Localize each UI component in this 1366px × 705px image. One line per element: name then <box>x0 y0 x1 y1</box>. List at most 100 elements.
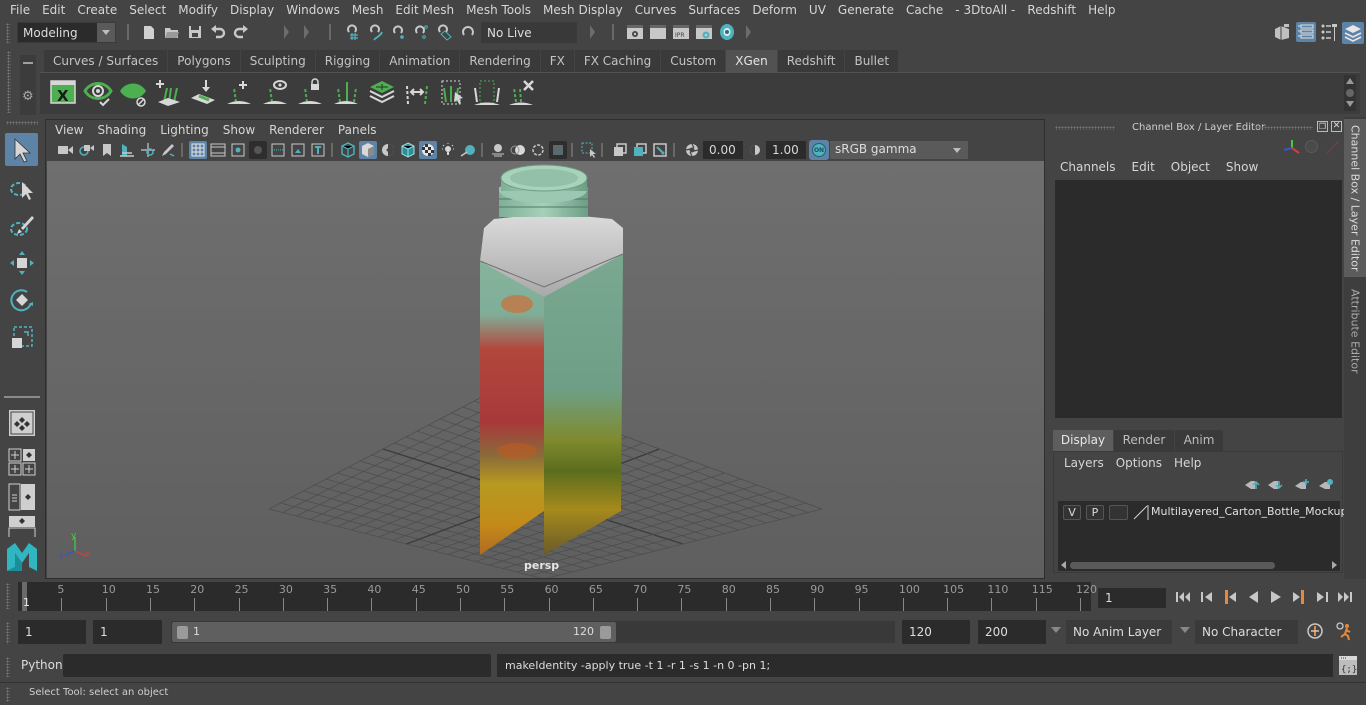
xgen-show-guides-icon[interactable] <box>261 78 291 108</box>
xray-icon[interactable] <box>611 141 629 159</box>
channel-menu-show[interactable]: Show <box>1218 160 1266 174</box>
character-set-dropdown-arrow-icon[interactable] <box>1180 627 1190 633</box>
scroll-right-icon[interactable] <box>1332 561 1337 569</box>
xgen-bake-icon[interactable] <box>367 78 397 108</box>
command-line-drag-handle[interactable] <box>6 657 10 677</box>
grease-pencil-icon[interactable] <box>159 141 177 159</box>
side-tab-channel-box[interactable]: Channel Box / Layer Editor <box>1344 119 1366 277</box>
redo-icon[interactable] <box>232 23 250 41</box>
shelf-scrollbar[interactable] <box>1344 75 1356 111</box>
layer-name[interactable]: Multilayered_Carton_Bottle_Mockup_ <box>1151 505 1353 518</box>
time-ruler[interactable]: 1 5 10 15 20 25 30 35 40 45 50 55 60 65 70 75 80 85 90 95 1… <box>18 582 1097 611</box>
make-live-icon[interactable] <box>459 23 477 41</box>
collapse-arrow-icon[interactable] <box>284 25 290 39</box>
viewport-menu-shading[interactable]: Shading <box>90 123 153 137</box>
scroll-thumb[interactable] <box>1070 562 1275 569</box>
menu-3dtoall[interactable]: - 3DtoAll - <box>949 0 1021 20</box>
gamma-field[interactable]: 1.00 <box>766 141 806 159</box>
menu-mesh[interactable]: Mesh <box>346 0 390 20</box>
menu-edit-mesh[interactable]: Edit Mesh <box>389 0 460 20</box>
scroll-down-icon[interactable] <box>1346 101 1354 107</box>
menu-uv[interactable]: UV <box>803 0 832 20</box>
shelf-drag-handle[interactable] <box>7 51 11 113</box>
layer-menu-options[interactable]: Options <box>1110 456 1168 470</box>
shelf-tab-rendering[interactable]: Rendering <box>460 50 540 72</box>
four-view-layout-button[interactable] <box>5 445 38 478</box>
menu-create[interactable]: Create <box>71 0 123 20</box>
select-tool-button[interactable] <box>5 133 38 166</box>
shelf-tab-custom[interactable]: Custom <box>661 50 726 72</box>
menu-deform[interactable]: Deform <box>746 0 803 20</box>
view-transform-dropdown[interactable]: sRGB gamma <box>830 141 968 159</box>
toolbox-drag-handle[interactable] <box>6 121 38 125</box>
manipulator-axis-icon[interactable] <box>1283 139 1301 158</box>
shelf-tab-xgen[interactable]: XGen <box>726 50 777 72</box>
animation-preferences-icon[interactable] <box>1335 621 1355 644</box>
scroll-thumb[interactable] <box>1346 89 1354 97</box>
hypershade-icon[interactable] <box>718 23 736 41</box>
menu-select[interactable]: Select <box>123 0 172 20</box>
shelf-tab-menu-icon[interactable] <box>23 62 33 64</box>
select-camera-icon[interactable] <box>57 141 75 159</box>
scroll-left-icon[interactable] <box>1061 561 1066 569</box>
layer-tab-anim[interactable]: Anim <box>1175 430 1223 451</box>
layer-horizontal-scrollbar[interactable] <box>1058 560 1340 571</box>
attribute-editor-toggle-icon[interactable] <box>1296 22 1316 42</box>
scroll-up-icon[interactable] <box>1346 78 1354 84</box>
xgen-place-guides-icon[interactable] <box>189 78 219 108</box>
channel-menu-object[interactable]: Object <box>1163 160 1218 174</box>
layer-playback-toggle[interactable]: P <box>1086 505 1104 520</box>
image-plane-icon[interactable] <box>118 141 136 159</box>
layer-color-swatch-icon[interactable] <box>1133 505 1149 523</box>
use-default-material-icon[interactable] <box>379 141 397 159</box>
xgen-editor-icon[interactable]: X <box>49 78 79 108</box>
viewport-menu-panels[interactable]: Panels <box>331 123 384 137</box>
channel-menu-edit[interactable]: Edit <box>1124 160 1163 174</box>
play-backwards-button[interactable] <box>1244 588 1262 606</box>
xgen-clear-preview-icon[interactable] <box>118 78 148 108</box>
current-frame-field[interactable]: 1 <box>1098 588 1166 608</box>
motion-blur-icon[interactable] <box>509 141 527 159</box>
step-back-frame-button[interactable] <box>1198 588 1216 606</box>
character-set-dropdown[interactable]: No Character Set <box>1195 620 1298 663</box>
menu-display[interactable]: Display <box>224 0 280 20</box>
snap-to-point-icon[interactable] <box>390 23 408 41</box>
save-scene-icon[interactable] <box>186 23 204 41</box>
menu-windows[interactable]: Windows <box>280 0 346 20</box>
lasso-tool-button[interactable] <box>5 172 38 205</box>
shelf-tab-animation[interactable]: Animation <box>380 50 460 72</box>
layer-row[interactable]: V P Multilayered_Carton_Bottle_Mockup_ <box>1058 501 1353 523</box>
layer-visibility-toggle[interactable]: V <box>1063 505 1081 520</box>
menu-modify[interactable]: Modify <box>172 0 224 20</box>
panel-drag-handle[interactable] <box>1055 126 1115 130</box>
range-slider-drag-handle[interactable] <box>6 622 10 644</box>
rotate-tool-button[interactable] <box>5 283 38 316</box>
shelf-tab-fx[interactable]: FX <box>540 50 574 72</box>
status-line-drag-handle[interactable] <box>6 23 10 43</box>
snap-to-view-plane-icon[interactable] <box>436 23 454 41</box>
menu-edit[interactable]: Edit <box>36 0 71 20</box>
gate-mask-icon[interactable] <box>249 141 267 159</box>
create-layer-from-selected-icon[interactable] <box>1318 479 1334 494</box>
speed-icon[interactable] <box>1305 140 1318 153</box>
film-gate-icon[interactable] <box>209 141 227 159</box>
anim-layer-dropdown-arrow-icon[interactable] <box>1051 627 1061 633</box>
ipr-render-icon[interactable]: IPR <box>672 23 690 41</box>
wireframe-icon[interactable] <box>339 141 357 159</box>
xray-joints-icon[interactable] <box>651 141 669 159</box>
channel-menu-channels[interactable]: Channels <box>1052 160 1124 174</box>
camera-attributes-icon[interactable] <box>78 141 96 159</box>
xgen-guide-box-icon[interactable] <box>472 78 502 108</box>
gamma-icon[interactable] <box>746 141 764 159</box>
xgen-sculpt-guides-icon[interactable] <box>332 78 362 108</box>
menu-help[interactable]: Help <box>1082 0 1121 20</box>
move-layer-down-icon[interactable] <box>1267 479 1283 494</box>
step-forward-frame-button[interactable] <box>1313 588 1331 606</box>
safe-title-icon[interactable] <box>309 141 327 159</box>
move-layer-up-icon[interactable] <box>1244 479 1260 494</box>
panel-drag-handle[interactable] <box>1255 126 1313 130</box>
smooth-shade-icon[interactable] <box>359 141 377 159</box>
go-to-start-button[interactable] <box>1175 588 1193 606</box>
menu-generate[interactable]: Generate <box>832 0 900 20</box>
snap-to-projected-center-icon[interactable] <box>413 23 431 41</box>
